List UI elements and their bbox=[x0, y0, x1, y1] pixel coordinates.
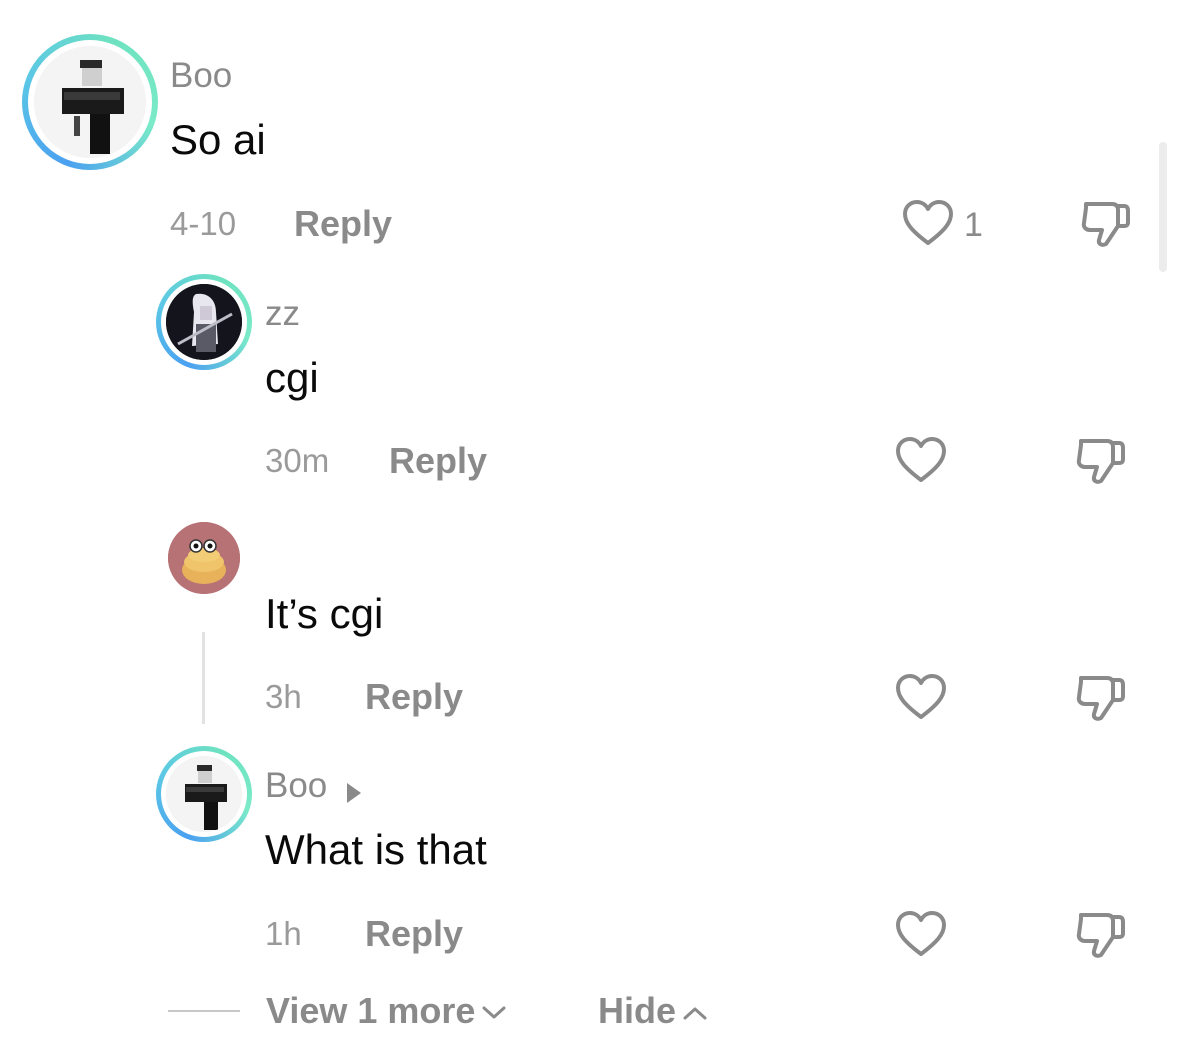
pancake-character-avatar-image bbox=[168, 522, 240, 594]
chevron-down-icon bbox=[482, 1006, 506, 1019]
play-arrow-icon bbox=[347, 782, 362, 803]
roblox-avatar-image bbox=[166, 756, 242, 832]
comment-username[interactable]: Boo bbox=[170, 56, 232, 96]
thumbs-down-outline-icon[interactable] bbox=[1075, 911, 1127, 961]
hide-button[interactable]: Hide bbox=[598, 990, 708, 1032]
anime-avatar-image bbox=[166, 284, 242, 360]
comment-username[interactable]: zz bbox=[265, 294, 300, 334]
comment-username[interactable]: Boo bbox=[265, 766, 327, 805]
comment-timestamp: 30m bbox=[265, 442, 330, 479]
heart-outline-icon[interactable] bbox=[895, 673, 947, 721]
reply-button[interactable]: Reply bbox=[365, 913, 463, 955]
hide-label: Hide bbox=[598, 990, 677, 1031]
comment-text: It’s cgi bbox=[265, 590, 384, 637]
heart-outline-icon[interactable] bbox=[895, 910, 947, 958]
avatar[interactable] bbox=[22, 34, 158, 170]
comment-username-row: Boo bbox=[265, 766, 362, 806]
reply-button[interactable]: Reply bbox=[365, 676, 463, 718]
heart-outline-icon[interactable] bbox=[895, 436, 947, 484]
like-count: 1 bbox=[964, 206, 983, 244]
roblox-avatar-image bbox=[34, 46, 146, 158]
chevron-up-icon bbox=[683, 1007, 707, 1020]
view-more-button[interactable]: View 1 more bbox=[266, 990, 507, 1032]
thumbs-down-outline-icon[interactable] bbox=[1075, 674, 1127, 724]
comment-text: cgi bbox=[265, 354, 319, 401]
comment-item: Boo What is that 1h Reply bbox=[0, 0, 1179, 958]
view-more-label: View 1 more bbox=[266, 990, 476, 1031]
comment-timestamp: 1h bbox=[265, 915, 302, 952]
thumbs-down-outline-icon[interactable] bbox=[1080, 200, 1132, 250]
comment-timestamp: 3h bbox=[265, 678, 302, 715]
reply-button[interactable]: Reply bbox=[389, 440, 487, 482]
thread-line bbox=[202, 632, 205, 724]
avatar[interactable] bbox=[156, 746, 252, 842]
heart-outline-icon[interactable] bbox=[902, 199, 954, 247]
comment-timestamp: 4-10 bbox=[170, 205, 237, 242]
avatar[interactable] bbox=[168, 522, 240, 594]
reply-button[interactable]: Reply bbox=[294, 203, 392, 245]
comment-text: What is that bbox=[265, 826, 487, 873]
divider bbox=[168, 1010, 240, 1012]
comment-text: So ai bbox=[170, 116, 266, 163]
thumbs-down-outline-icon[interactable] bbox=[1075, 437, 1127, 487]
scrollbar[interactable] bbox=[1159, 142, 1167, 272]
avatar[interactable] bbox=[156, 274, 252, 370]
